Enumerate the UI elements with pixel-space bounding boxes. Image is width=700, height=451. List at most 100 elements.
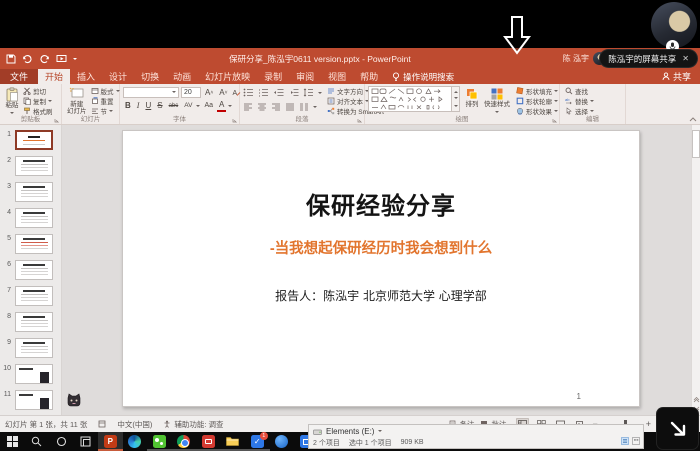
- text-shadow-button[interactable]: abc: [167, 100, 181, 112]
- tab-slideshow[interactable]: 幻灯片放映: [198, 69, 257, 84]
- font-size-input[interactable]: 20: [181, 87, 201, 98]
- thumbnail-preview[interactable]: [15, 338, 53, 358]
- taskbar-file-explorer-icon[interactable]: [221, 432, 246, 451]
- new-slide-button[interactable]: 新建 幻灯片: [65, 86, 89, 116]
- previous-slide-icon[interactable]: [693, 397, 700, 404]
- start-slideshow-icon[interactable]: [56, 54, 67, 64]
- justify-icon[interactable]: [285, 103, 295, 111]
- drive-name[interactable]: Elements (E:): [326, 427, 374, 436]
- undo-icon[interactable]: [22, 54, 33, 64]
- paragraph-dialog-launcher-icon[interactable]: [357, 118, 362, 123]
- taskbar-edge-icon[interactable]: [123, 432, 148, 451]
- thumbnail-preview[interactable]: [15, 390, 53, 410]
- font-color-button[interactable]: A: [217, 100, 226, 112]
- grow-font-button[interactable]: A˄: [203, 87, 215, 99]
- tab-animations[interactable]: 动画: [166, 69, 198, 84]
- align-right-icon[interactable]: [271, 103, 281, 111]
- vertical-scrollbar[interactable]: [691, 125, 700, 415]
- drive-chevron-icon[interactable]: [378, 430, 382, 434]
- slide-title[interactable]: 保研经验分享: [123, 186, 639, 221]
- tab-file[interactable]: 文件: [0, 69, 38, 84]
- close-icon[interactable]: ✕: [682, 54, 689, 63]
- language-indicator[interactable]: 中文(中国): [117, 419, 152, 430]
- layout-button[interactable]: 版式: [91, 86, 120, 95]
- shape-fill-button[interactable]: 形状填充: [516, 86, 558, 95]
- slide-thumbnail-10[interactable]: 10: [0, 364, 61, 384]
- zoom-in-button[interactable]: +: [646, 419, 651, 429]
- clipboard-dialog-launcher-icon[interactable]: [54, 118, 59, 123]
- quick-styles-button[interactable]: 快速样式: [482, 86, 512, 116]
- tab-transitions[interactable]: 切换: [134, 69, 166, 84]
- thumbnail-preview[interactable]: [15, 364, 53, 384]
- copy-button[interactable]: 复制: [23, 96, 53, 105]
- tab-record[interactable]: 录制: [257, 69, 289, 84]
- character-spacing-button[interactable]: AV: [182, 100, 194, 112]
- save-icon[interactable]: [6, 54, 16, 64]
- thumbnail-preview[interactable]: [15, 130, 53, 150]
- bold-button[interactable]: B: [123, 100, 133, 112]
- align-center-icon[interactable]: [257, 103, 267, 111]
- tab-help[interactable]: 帮助: [353, 69, 385, 84]
- shapes-gallery-scrollbar[interactable]: [452, 86, 460, 112]
- share-button[interactable]: 共享: [653, 69, 700, 84]
- shapes-gallery[interactable]: [368, 86, 452, 112]
- reset-button[interactable]: 重置: [91, 96, 120, 105]
- taskbar-blue-circle-app-icon[interactable]: [270, 432, 295, 451]
- strikethrough-button[interactable]: S: [155, 100, 164, 112]
- replace-button[interactable]: ab 替换: [565, 96, 594, 105]
- slide-thumbnail-7[interactable]: 7: [0, 286, 61, 306]
- tab-review[interactable]: 审阅: [289, 69, 321, 84]
- thumbnail-preview[interactable]: [15, 312, 53, 332]
- share-control-overlay[interactable]: [657, 408, 698, 449]
- accessibility-checker[interactable]: 辅助功能: 调查: [163, 419, 223, 430]
- taskbar-wechat-icon[interactable]: [147, 432, 172, 451]
- shrink-font-button[interactable]: A˅: [217, 87, 229, 99]
- underline-button[interactable]: U: [143, 100, 153, 112]
- thumbnail-preview[interactable]: [15, 260, 53, 280]
- increase-indent-icon[interactable]: [288, 88, 299, 97]
- thumbnail-preview[interactable]: [15, 208, 53, 228]
- taskbar-docs-icon[interactable]: ✓1: [245, 432, 270, 451]
- collapse-ribbon-chevron-icon[interactable]: [689, 117, 697, 122]
- screen-share-banner[interactable]: 陈泓宇的屏幕共享 ✕: [600, 50, 697, 67]
- drawing-dialog-launcher-icon[interactable]: [552, 118, 557, 123]
- scrollbar-thumb[interactable]: [692, 130, 700, 158]
- details-view-icon[interactable]: [621, 437, 629, 445]
- gallery-more-icon[interactable]: [454, 105, 458, 109]
- font-dialog-launcher-icon[interactable]: [232, 118, 237, 123]
- slide-thumbnail-2[interactable]: 2: [0, 156, 61, 176]
- slide-thumbnail-4[interactable]: 4: [0, 208, 61, 228]
- thumbnail-preview[interactable]: [15, 156, 53, 176]
- tab-design[interactable]: 设计: [102, 69, 134, 84]
- slide-thumbnail-6[interactable]: 6: [0, 260, 61, 280]
- slide-thumbnail-5[interactable]: 5: [0, 234, 61, 254]
- icons-view-icon[interactable]: [632, 437, 640, 445]
- slide-thumbnail-8[interactable]: 8: [0, 312, 61, 332]
- shape-outline-button[interactable]: 形状轮廓: [516, 96, 558, 105]
- slide-thumbnail-11[interactable]: 11: [0, 390, 61, 410]
- slide-editor[interactable]: 保研经验分享 -当我想起保研经历时我会想到什么 报告人：陈泓宇 北京师范大学 心…: [122, 130, 640, 407]
- thumbnail-preview[interactable]: [15, 286, 53, 306]
- line-spacing-icon[interactable]: [303, 88, 314, 97]
- slide-presenter-line[interactable]: 报告人：陈泓宇 北京师范大学 心理学部: [123, 287, 639, 304]
- taskbar-chrome-icon[interactable]: [172, 432, 197, 451]
- taskbar-search-icon[interactable]: [25, 432, 50, 451]
- redo-icon[interactable]: [39, 54, 50, 64]
- tab-home[interactable]: 开始: [38, 69, 70, 84]
- gallery-down-icon[interactable]: [454, 97, 458, 101]
- slide-thumbnail-3[interactable]: 3: [0, 182, 61, 202]
- italic-button[interactable]: I: [135, 100, 142, 112]
- cortana-icon[interactable]: [49, 432, 74, 451]
- thumbnail-preview[interactable]: [15, 182, 53, 202]
- columns-icon[interactable]: [299, 103, 309, 111]
- tab-insert[interactable]: 插入: [70, 69, 102, 84]
- desktop-pet-cat-icon[interactable]: [66, 392, 82, 408]
- change-case-button[interactable]: Aa: [202, 100, 215, 112]
- tab-view[interactable]: 视图: [321, 69, 353, 84]
- start-button[interactable]: [0, 432, 25, 451]
- taskbar-powerpoint-icon[interactable]: P: [98, 432, 123, 451]
- file-explorer-strip[interactable]: Elements (E:) 2 个项目 选中 1 个项目 909 KB: [308, 424, 644, 449]
- arrange-button[interactable]: 排列: [463, 86, 481, 109]
- task-view-icon[interactable]: [74, 432, 99, 451]
- gallery-up-icon[interactable]: [454, 89, 458, 93]
